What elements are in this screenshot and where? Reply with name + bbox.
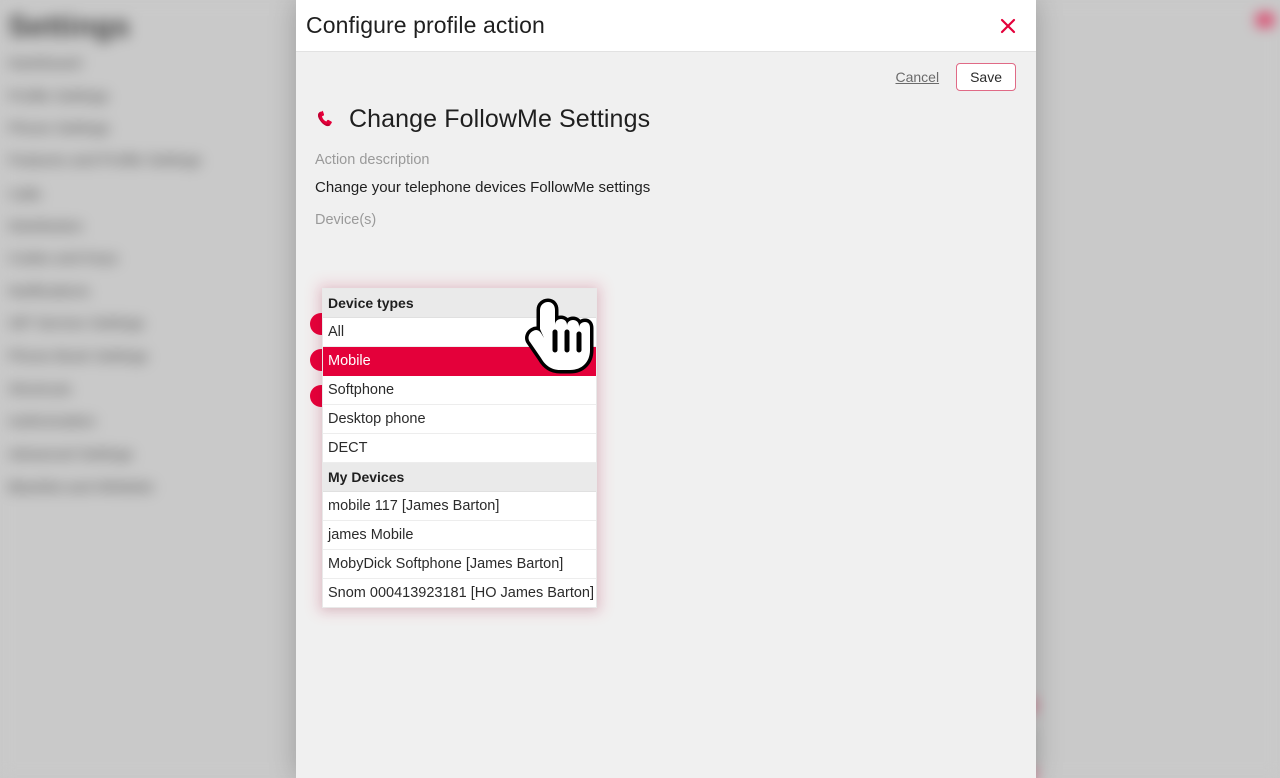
background-nav-item: Calls [8,186,42,203]
device-select-dropdown: Device types All Mobile Softphone Deskto… [322,288,597,608]
background-nav-item: Codes and Keys [8,250,119,267]
dropdown-option-mobile[interactable]: Mobile [323,347,596,376]
background-nav-item: Notifications [8,283,90,300]
background-nav-item: Advanced Settings [8,446,134,463]
devices-label: Device(s) [315,212,377,229]
dropdown-option-all[interactable]: All [323,318,596,347]
action-title: Change FollowMe Settings [349,105,651,134]
background-nav-item: Distribution [8,218,84,235]
dropdown-option-mobydick-softphone[interactable]: MobyDick Softphone [James Barton] [323,550,596,579]
action-title-row: Change FollowMe Settings [314,105,1018,134]
background-nav-item: Features and Profile Settings [8,152,202,169]
dropdown-group-header-my-devices: My Devices [323,463,596,492]
background-sidebar: Settings Dashboard Profile Settings Phon… [0,0,290,778]
background-nav-item: Authorization [8,413,96,430]
action-description-value: Change your telephone devices FollowMe s… [315,179,651,197]
configure-profile-action-dialog: Configure profile action Cancel Save Cha… [296,0,1036,778]
background-decoration [1257,14,1273,26]
dialog-body: Cancel Save Change FollowMe Settings Act… [296,52,1036,778]
background-nav-item: Blacklist and Whitelist [8,479,154,496]
dropdown-option-softphone[interactable]: Softphone [323,376,596,405]
dialog-title: Configure profile action [306,12,545,38]
background-nav-item: Dashboard [8,55,82,72]
dropdown-option-james-mobile[interactable]: james Mobile [323,521,596,550]
dialog-action-bar: Cancel Save [314,52,1018,92]
background-nav-item: Shortcuts [8,381,72,398]
dropdown-option-snom[interactable]: Snom 000413923181 [HO James Barton] [323,579,596,607]
background-app-title: Settings [8,10,131,43]
close-icon[interactable] [994,12,1022,40]
background-nav-item: Phone Settings [8,120,110,137]
dropdown-option-dect[interactable]: DECT [323,434,596,463]
save-button[interactable]: Save [956,63,1016,92]
dialog-header: Configure profile action [296,0,1036,52]
background-nav-item: Profile Settings [8,88,109,105]
background-nav-item: Phone Book Settings [8,348,149,365]
screen-root: Settings Dashboard Profile Settings Phon… [0,0,1280,778]
cancel-button[interactable]: Cancel [894,67,940,87]
action-description-label: Action description [315,152,430,169]
phone-handset-icon [318,110,332,126]
dropdown-option-mobile-117[interactable]: mobile 117 [James Barton] [323,492,596,521]
dropdown-group-header-device-types: Device types [323,289,596,318]
background-nav-item: SIP Service Settings [8,315,145,332]
dropdown-option-desktop-phone[interactable]: Desktop phone [323,405,596,434]
